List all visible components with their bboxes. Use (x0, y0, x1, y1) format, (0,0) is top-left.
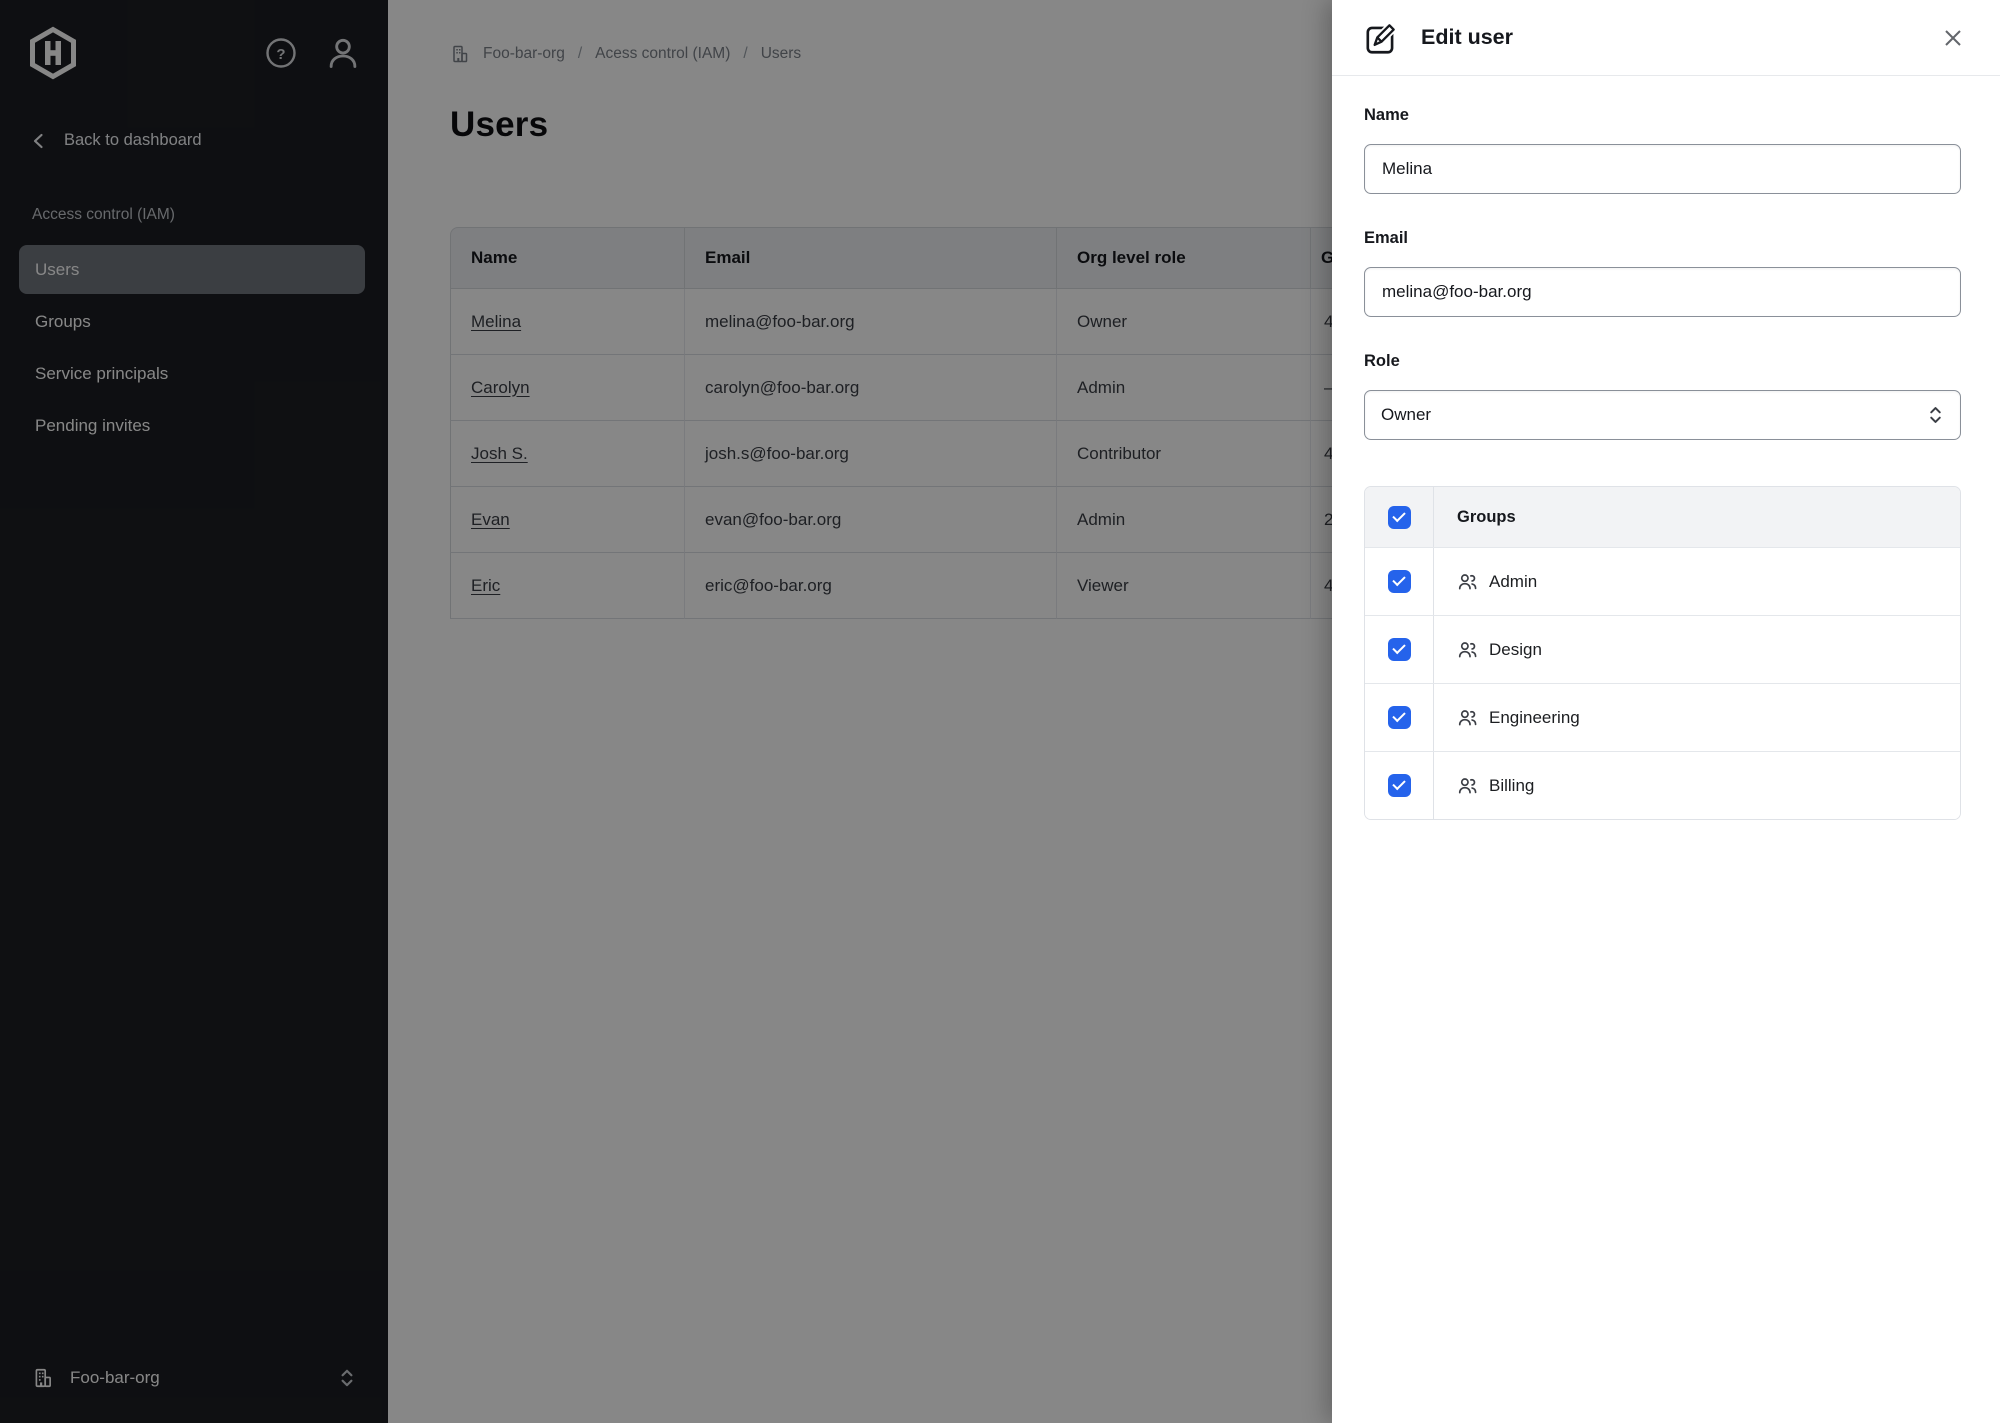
group-label: Design (1489, 640, 1542, 660)
groups-table-header-row: Groups (1365, 487, 1960, 547)
email-field-group: Email (1364, 229, 1961, 317)
drawer-title: Edit user (1421, 25, 1513, 50)
drawer-body: Name Email Role Owner Groups (1332, 76, 2000, 820)
users-group-icon (1457, 639, 1478, 660)
groups-header-label: Groups (1457, 508, 1516, 527)
role-select-value: Owner (1381, 405, 1431, 425)
users-group-icon (1457, 571, 1478, 592)
users-group-icon (1457, 775, 1478, 796)
groups-table: Groups Admin (1364, 486, 1961, 820)
edit-user-drawer: Edit user Name Email Role Owner (1332, 0, 2000, 1423)
role-field-label: Role (1364, 352, 1961, 371)
users-group-icon (1457, 707, 1478, 728)
close-icon[interactable] (1936, 21, 1970, 55)
edit-icon (1362, 19, 1400, 57)
group-row-admin: Admin (1365, 547, 1960, 615)
group-checkbox[interactable] (1388, 774, 1411, 797)
name-field[interactable] (1364, 144, 1961, 194)
group-checkbox[interactable] (1388, 706, 1411, 729)
select-all-groups-checkbox[interactable] (1388, 506, 1411, 529)
group-checkbox[interactable] (1388, 570, 1411, 593)
group-row-engineering: Engineering (1365, 683, 1960, 751)
name-field-label: Name (1364, 106, 1961, 125)
unfold-chevrons-icon (1927, 404, 1944, 426)
overlay-scrim[interactable] (0, 0, 1332, 1423)
group-row-design: Design (1365, 615, 1960, 683)
group-label: Engineering (1489, 708, 1580, 728)
role-field-group: Role Owner (1364, 352, 1961, 440)
email-field[interactable] (1364, 267, 1961, 317)
group-label: Billing (1489, 776, 1534, 796)
group-label: Admin (1489, 572, 1537, 592)
role-select[interactable]: Owner (1364, 390, 1961, 440)
email-field-label: Email (1364, 229, 1961, 248)
name-field-group: Name (1364, 106, 1961, 194)
group-row-billing: Billing (1365, 751, 1960, 819)
drawer-header: Edit user (1332, 0, 2000, 76)
group-checkbox[interactable] (1388, 638, 1411, 661)
